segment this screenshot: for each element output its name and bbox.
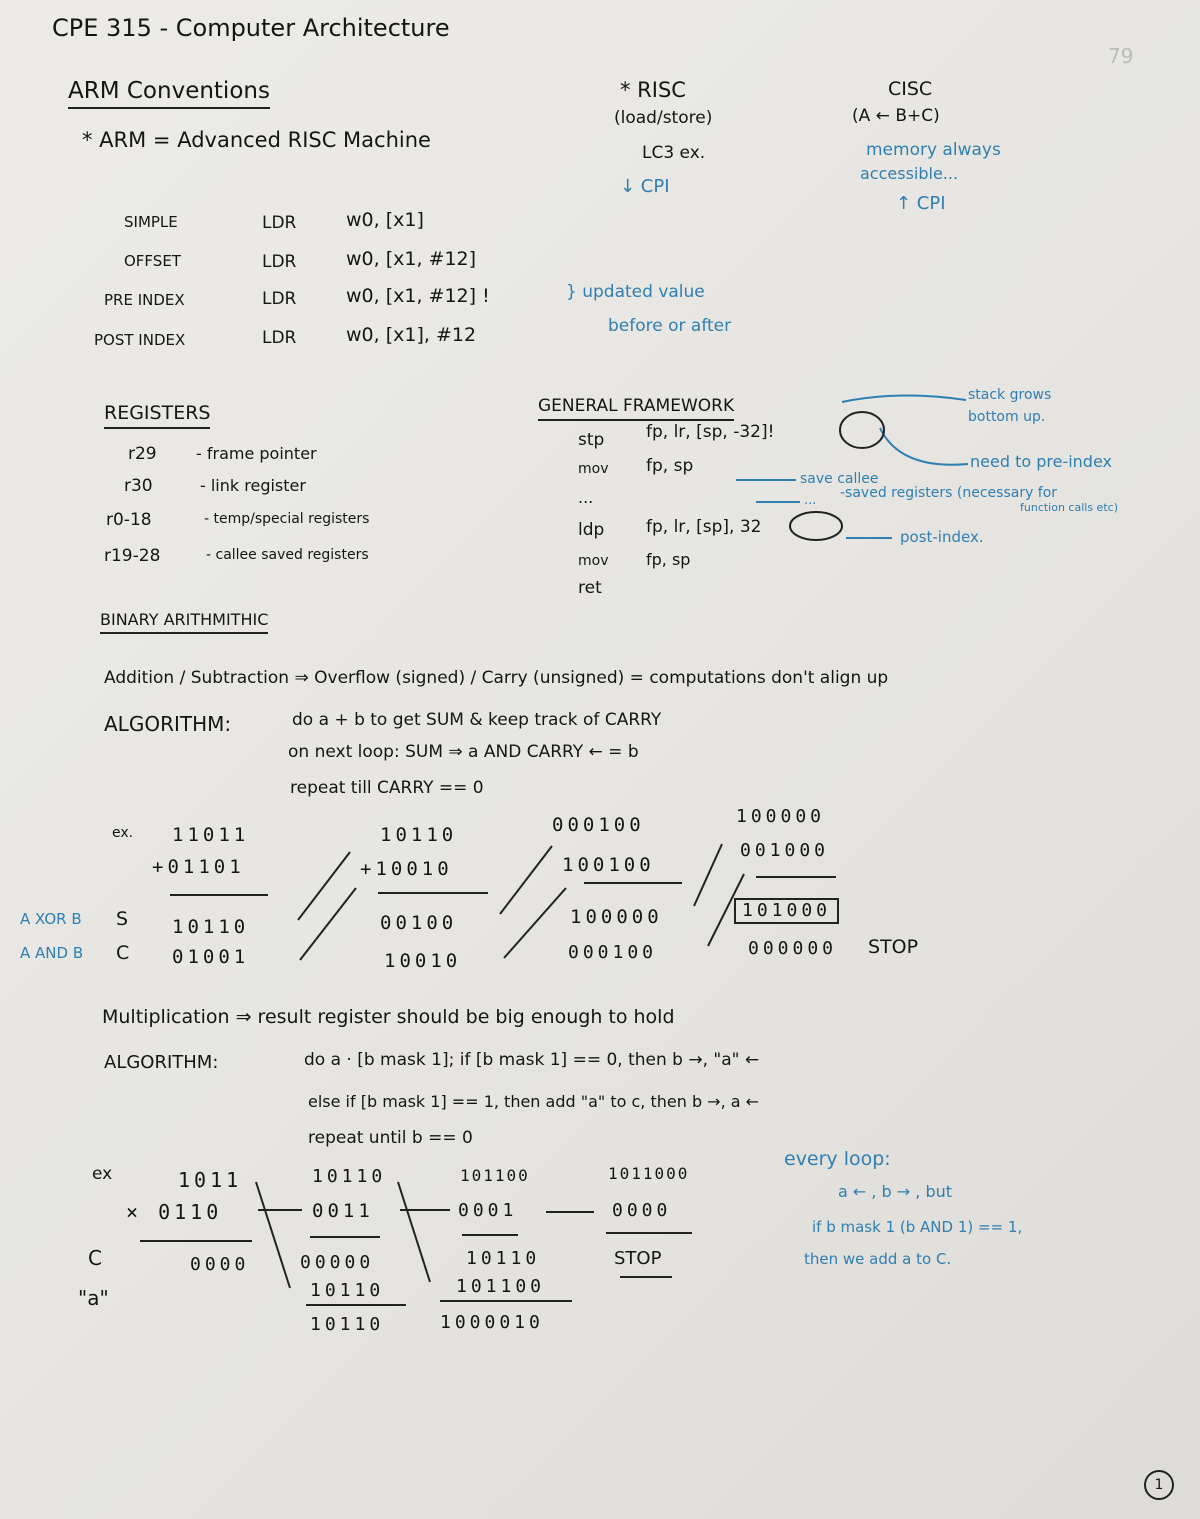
sum-arrow bbox=[499, 845, 553, 915]
pre-index-arrow bbox=[879, 427, 969, 466]
diag-arrow bbox=[397, 1181, 431, 1283]
carry-arrow bbox=[299, 887, 357, 961]
stack-arrow bbox=[841, 394, 967, 403]
sum-arrow bbox=[297, 851, 351, 921]
post-index-circle bbox=[789, 511, 843, 541]
carry-arrow bbox=[503, 887, 567, 959]
carry-arrow bbox=[707, 873, 745, 947]
annotation-arrows bbox=[255, 394, 969, 1289]
pre-index-circle bbox=[839, 411, 885, 449]
diag-arrow bbox=[255, 1181, 291, 1289]
sum-arrow bbox=[693, 843, 723, 907]
